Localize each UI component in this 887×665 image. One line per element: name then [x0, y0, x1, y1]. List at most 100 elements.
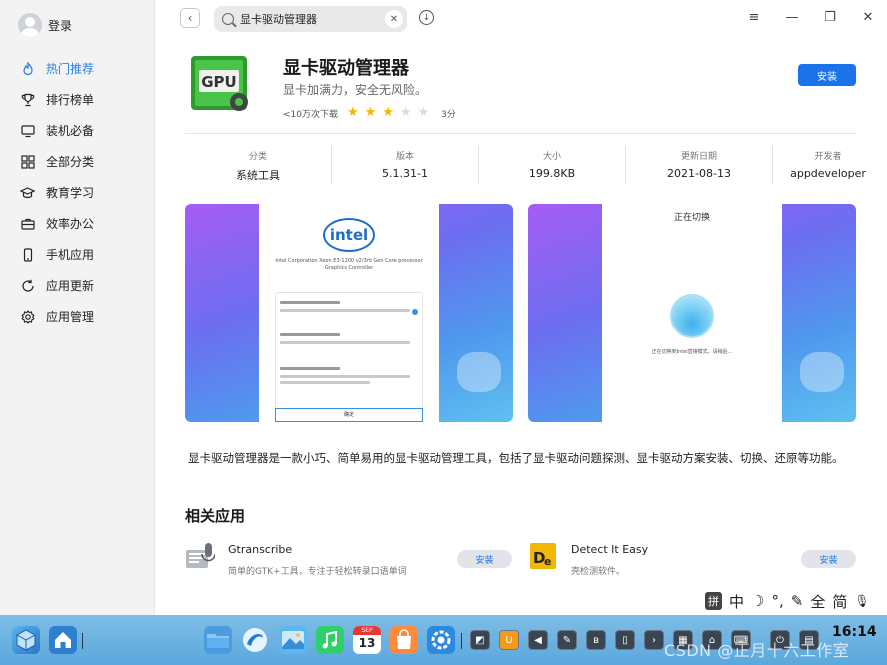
sidebar-item-label: 装机必备 — [46, 124, 95, 138]
svg-text:e: e — [544, 555, 551, 568]
ime-chinese-mode[interactable]: 中 — [729, 591, 744, 612]
login-label[interactable]: 登录 — [48, 17, 72, 34]
image-viewer-icon[interactable] — [279, 626, 307, 654]
music-icon[interactable] — [316, 626, 344, 654]
option-title — [280, 367, 340, 370]
sidebar-item-updates[interactable]: 应用更新 — [0, 270, 154, 301]
install-detect-it-easy-button[interactable]: 安装 — [801, 550, 856, 568]
gtranscribe-icon[interactable] — [185, 542, 216, 570]
sidebar-item-rank[interactable]: 排行榜单 — [0, 84, 154, 115]
info-value: 2021-08-13 — [667, 167, 731, 180]
ime-pen-icon[interactable]: ✎ — [791, 592, 804, 610]
login-area[interactable]: 登录 — [0, 0, 154, 50]
file-manager-icon[interactable] — [204, 626, 232, 654]
sidebar-item-education[interactable]: 教育学习 — [0, 177, 154, 208]
processor-label: Intel Corporation Xeon E3-1200 v2/3rd Ge… — [275, 258, 423, 271]
wallpaper-shape — [457, 352, 501, 392]
device-icon[interactable]: ▯ — [615, 630, 635, 650]
star-icon: ★ — [364, 105, 377, 120]
switching-note: 正在切换到Intel直接模式，请稍后... — [651, 349, 733, 355]
info-value: appdeveloper — [790, 167, 866, 180]
info-value: 系统工具 — [236, 169, 280, 182]
app-slogan: 显卡加满力，安全无风险。 — [283, 83, 428, 97]
search-box[interactable]: 显卡驱动管理器 ✕ — [214, 6, 407, 32]
minimize-button[interactable]: — — [783, 10, 801, 25]
back-button[interactable]: ‹ — [180, 8, 200, 28]
star-rating: ★ ★ ★ ★ ★ — [347, 105, 435, 120]
info-value: 5.1.31-1 — [382, 167, 428, 180]
sidebar-item-categories[interactable]: 全部分类 — [0, 146, 154, 177]
sidebar-item-hot[interactable]: 热门推荐 — [0, 53, 154, 84]
info-version: 版本 5.1.31-1 — [332, 146, 479, 184]
detect-it-easy-icon[interactable]: D e — [529, 542, 557, 570]
info-value: 199.8KB — [528, 167, 576, 180]
wallpaper-shape — [800, 352, 844, 392]
star-icon: ★ — [399, 105, 412, 120]
download-count: <10万次下载 — [283, 110, 338, 120]
related-app-name[interactable]: Gtranscribe — [228, 543, 292, 556]
refresh-icon — [20, 278, 35, 293]
app-store-icon[interactable] — [390, 626, 418, 654]
install-gtranscribe-button[interactable]: 安装 — [457, 550, 512, 568]
option-title — [280, 333, 340, 336]
main-content: ‹ 显卡驱动管理器 ✕ ↓ ≡ — ❐ ✕ GPU 显卡驱动管理器 显卡加满力，… — [155, 0, 887, 615]
option-text — [280, 341, 410, 344]
grid-icon — [20, 154, 35, 169]
maximize-button[interactable]: ❐ — [821, 10, 839, 25]
screenshot-1[interactable]: intel Intel Corporation Xeon E3-1200 v2/… — [185, 204, 513, 422]
sidebar-item-office[interactable]: 效率办公 — [0, 208, 154, 239]
avatar[interactable] — [18, 13, 42, 37]
ime-pinyin-icon[interactable]: 拼 — [705, 592, 722, 610]
ime-simplified[interactable]: 简 — [832, 591, 847, 612]
app-header: GPU 显卡驱动管理器 显卡加满力，安全无风险。 <10万次下载 ★ ★ ★ ★… — [185, 50, 857, 134]
info-label: 更新日期 — [680, 152, 717, 162]
app-description: 显卡驱动管理器是一款小巧、简单易用的显卡驱动管理工具，包括了显卡驱动问题探测、显… — [188, 451, 844, 465]
driver-options-box — [275, 292, 423, 422]
download-manager-button[interactable]: ↓ — [419, 10, 434, 25]
close-button[interactable]: ✕ — [859, 10, 877, 25]
bluetooth-icon[interactable]: ʙ — [586, 630, 606, 650]
calendar-icon[interactable]: SEP 13 — [353, 626, 381, 654]
sidebar-item-label: 热门推荐 — [46, 62, 95, 76]
ime-fullwidth[interactable]: 全 — [810, 591, 825, 612]
ime-punctuation-icon[interactable]: °, — [771, 592, 783, 610]
menu-button[interactable]: ≡ — [745, 10, 763, 25]
calendar-month: SEP — [353, 626, 381, 635]
update-tray-icon[interactable]: U — [499, 630, 519, 650]
sidebar-item-label: 手机应用 — [46, 248, 95, 262]
graduation-cap-icon — [20, 185, 35, 200]
microphone-icon[interactable]: 🎙 — [854, 594, 869, 608]
info-category: 分类 系统工具 — [185, 146, 332, 184]
info-size: 大小 199.8KB — [479, 146, 626, 184]
screenshot-2[interactable]: 正在切换 正在切换到Intel直接模式，请稍后... — [528, 204, 856, 422]
info-label: 开发者 — [814, 152, 842, 162]
switching-title: 正在切换 — [673, 213, 710, 223]
sidebar-item-essentials[interactable]: 装机必备 — [0, 115, 154, 146]
taskbar-separator — [461, 633, 462, 649]
progress-globe — [670, 294, 714, 338]
search-input[interactable]: 显卡驱动管理器 — [240, 11, 385, 27]
related-app-desc: 简单的GTK+工具，专注于轻松转录口语单词 — [228, 567, 407, 577]
intel-logo: intel — [323, 218, 375, 252]
pen-tray-icon[interactable]: ✎ — [557, 630, 577, 650]
install-button[interactable]: 安装 — [798, 64, 856, 86]
home-icon[interactable] — [49, 626, 77, 654]
star-icon: ★ — [347, 105, 359, 120]
ime-moon-icon[interactable]: ☽ — [751, 592, 764, 610]
info-label: 版本 — [395, 152, 414, 162]
screenshot-tray-icon[interactable]: ◩ — [470, 630, 490, 650]
settings-icon[interactable] — [427, 626, 455, 654]
info-developer: 开发者 appdeveloper — [773, 146, 883, 184]
browser-icon[interactable] — [241, 626, 269, 654]
expand-tray-icon[interactable]: › — [644, 630, 664, 650]
option-text — [280, 375, 410, 378]
volume-icon[interactable]: ◀ — [528, 630, 548, 650]
screenshot-1-window: intel Intel Corporation Xeon E3-1200 v2/… — [259, 204, 439, 422]
taskbar: SEP 13 ◩ U ◀ ✎ ʙ ▯ › ▦ ⌂ ⌨ ⏻ ▤ 16:14 CSD… — [0, 615, 887, 665]
rating-label: 3分 — [441, 110, 456, 120]
clear-search-button[interactable]: ✕ — [385, 10, 403, 28]
sidebar-item-mobile[interactable]: 手机应用 — [0, 239, 154, 270]
start-menu-icon[interactable] — [12, 626, 40, 654]
sidebar-item-manage[interactable]: 应用管理 — [0, 301, 154, 332]
related-app-name[interactable]: Detect It Easy — [571, 543, 648, 556]
